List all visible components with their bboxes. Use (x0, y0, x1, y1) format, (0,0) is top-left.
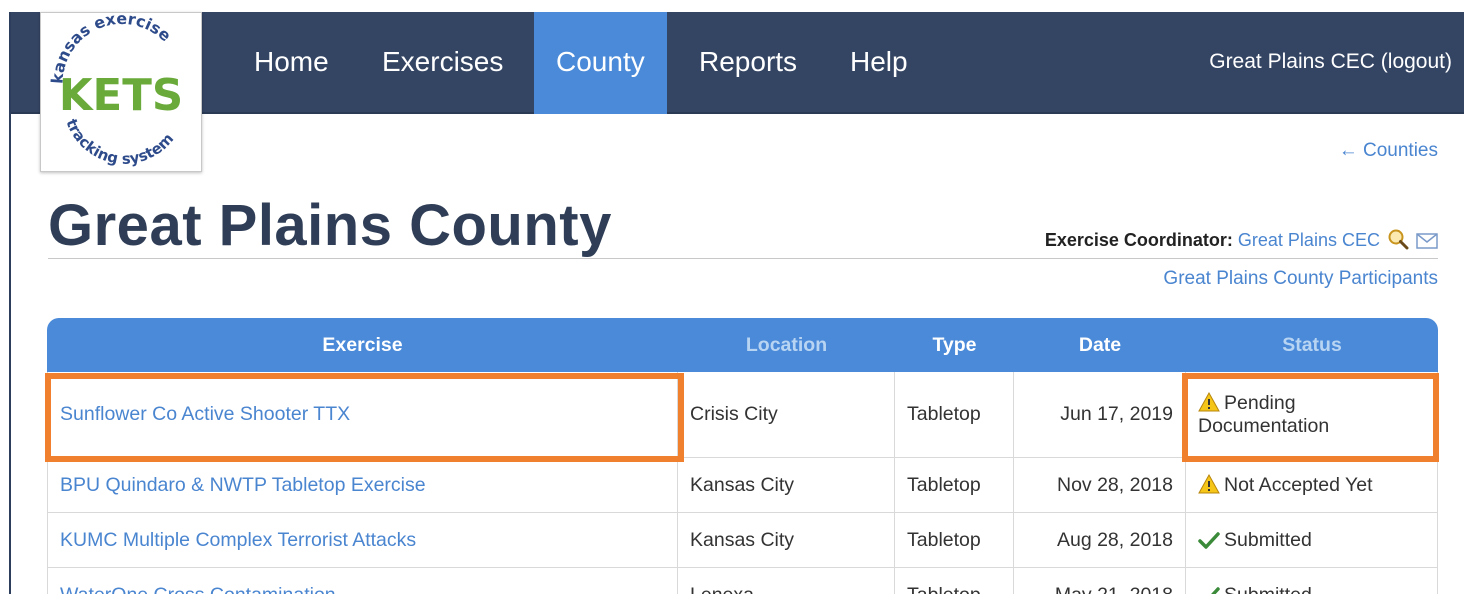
logo-bottom-text: tracking system (62, 117, 177, 168)
type-cell: Tabletop (895, 513, 1014, 568)
exercise-link[interactable]: BPU Quindaro & NWTP Tabletop Exercise (47, 458, 678, 513)
exercise-link[interactable]: KUMC Multiple Complex Terrorist Attacks (47, 513, 678, 568)
nav-exercises[interactable]: Exercises (360, 12, 525, 114)
svg-text:tracking system: tracking system (62, 117, 177, 168)
column-header-location[interactable]: Location (678, 318, 895, 372)
type-cell: Tabletop (895, 458, 1014, 513)
user-logout-link[interactable]: Great Plains CEC (logout) (1209, 12, 1452, 114)
nav-reports[interactable]: Reports (677, 12, 819, 114)
top-navbar: Home Exercises County Reports Help Great… (10, 12, 1464, 114)
date-cell: Jun 17, 2019 (1014, 372, 1186, 458)
status-text: Submitted (1224, 528, 1312, 551)
window-top-margin (0, 0, 1464, 12)
status-cell: Not Accepted Yet (1186, 458, 1438, 513)
column-header-type[interactable]: Type (895, 318, 1014, 372)
status-highlight-box (1182, 373, 1439, 462)
status-cell: Submitted (1186, 568, 1438, 594)
checkmark-icon (1198, 531, 1220, 549)
status-text: Submitted (1224, 584, 1312, 594)
date-cell: May 21, 2018 (1014, 568, 1186, 594)
date-cell: Nov 28, 2018 (1014, 458, 1186, 513)
exercise-highlight-box (45, 373, 684, 462)
status-cell: Submitted (1186, 513, 1438, 568)
table-row: BPU Quindaro & NWTP Tabletop Exercise Ka… (47, 458, 1438, 513)
date-cell: Aug 28, 2018 (1014, 513, 1186, 568)
title-divider (48, 258, 1438, 259)
warning-icon (1198, 473, 1220, 493)
county-participants-link[interactable]: Great Plains County Participants (1163, 268, 1438, 290)
location-cell: Kansas City (678, 458, 895, 513)
coordinator-label: Exercise Coordinator: (1044, 230, 1233, 250)
column-header-exercise[interactable]: Exercise (47, 318, 678, 372)
logo-kets-text: KETS (59, 71, 183, 121)
nav-home[interactable]: Home (232, 12, 351, 114)
type-cell: Tabletop (895, 372, 1014, 458)
status-text: Not Accepted Yet (1224, 473, 1373, 496)
column-header-date[interactable]: Date (1014, 318, 1186, 372)
back-to-counties-link[interactable]: ← Counties (1339, 140, 1438, 162)
location-cell: Lenexa (678, 568, 895, 594)
type-cell: Tabletop (895, 568, 1014, 594)
checkmark-icon (1199, 586, 1220, 594)
nav-help[interactable]: Help (828, 12, 930, 114)
nav-county[interactable]: County (534, 12, 667, 114)
kets-logo[interactable]: kansas exercise KETS tracking system (40, 9, 202, 172)
location-cell: Crisis City (678, 372, 895, 458)
email-icon[interactable] (1416, 232, 1438, 250)
location-cell: Kansas City (678, 513, 895, 568)
table-row: KUMC Multiple Complex Terrorist Attacks … (47, 513, 1438, 568)
search-icon[interactable] (1387, 228, 1409, 250)
exercise-link[interactable]: WaterOne Cross Contamination (47, 568, 678, 594)
exercise-coordinator: Exercise Coordinator: Great Plains CEC (1045, 228, 1438, 251)
coordinator-name-link[interactable]: Great Plains CEC (1238, 230, 1380, 250)
page-title: Great Plains County (48, 193, 612, 258)
column-header-status[interactable]: Status (1186, 318, 1438, 372)
table-row: WaterOne Cross Contamination Lenexa Tabl… (47, 568, 1438, 594)
table-header-row: Exercise Location Type Date Status (47, 318, 1438, 372)
window-left-border (9, 12, 11, 594)
